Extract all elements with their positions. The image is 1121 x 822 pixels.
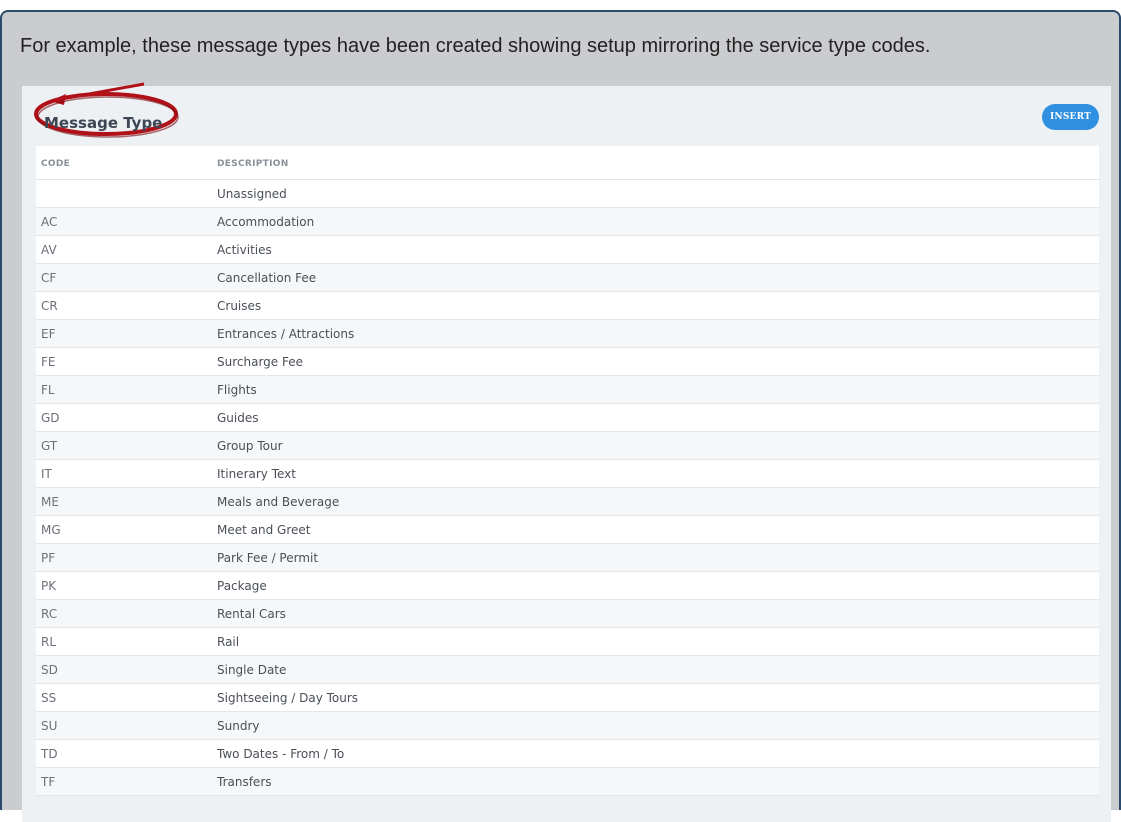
table-row[interactable]: SD Single Date	[36, 656, 1099, 684]
row-code: AV	[41, 243, 57, 257]
row-description: Flights	[217, 383, 257, 397]
row-code: EF	[41, 327, 56, 341]
row-description: Park Fee / Permit	[217, 551, 319, 565]
message-type-panel: Message Type INSERT CODE DESCRIPTION Una…	[22, 82, 1111, 822]
table-row[interactable]: CF Cancellation Fee	[36, 264, 1099, 292]
row-code: IT	[41, 467, 52, 481]
row-code: RC	[41, 607, 58, 621]
row-description: Sundry	[217, 719, 260, 733]
row-description: Cruises	[217, 299, 262, 313]
caption-text: For example, these message types have be…	[20, 35, 931, 57]
table-body: Unassigned AC Accommodation AV Activities CF C…	[36, 180, 1099, 796]
row-description: Package	[217, 579, 267, 593]
table-header: CODE DESCRIPTION	[36, 146, 1099, 180]
row-description: Meet and Greet	[217, 523, 311, 537]
table-row[interactable]: AC Accommodation	[36, 208, 1099, 236]
table-row[interactable]: SS Sightseeing / Day Tours	[36, 684, 1099, 712]
row-description: Guides	[217, 411, 259, 425]
row-code: PK	[41, 579, 57, 593]
row-code: FL	[41, 383, 55, 397]
table-row[interactable]: PK Package	[36, 572, 1099, 600]
row-description: Cancellation Fee	[217, 271, 317, 285]
row-code: SU	[41, 719, 58, 733]
row-code: TF	[41, 775, 56, 789]
table-row[interactable]: FL Flights	[36, 376, 1099, 404]
row-description: Group Tour	[217, 439, 283, 453]
row-description: Surcharge Fee	[217, 355, 303, 369]
panel-title: Message Type	[44, 114, 163, 132]
row-code: AC	[41, 215, 58, 229]
table-row[interactable]: GT Group Tour	[36, 432, 1099, 460]
row-description: Meals and Beverage	[217, 495, 340, 509]
table-row[interactable]: GD Guides	[36, 404, 1099, 432]
row-code: GD	[41, 411, 60, 425]
column-header-code[interactable]: CODE	[41, 159, 70, 169]
table-row[interactable]: TF Transfers	[36, 768, 1099, 796]
table-row[interactable]: AV Activities	[36, 236, 1099, 264]
row-description: Sightseeing / Day Tours	[217, 691, 359, 705]
table-row[interactable]: CR Cruises	[36, 292, 1099, 320]
table-row[interactable]: RL Rail	[36, 628, 1099, 656]
row-code: SD	[41, 663, 58, 677]
callout-frame: For example, these message types have be…	[0, 10, 1121, 822]
table-row[interactable]: FE Surcharge Fee	[36, 348, 1099, 376]
row-code: RL	[41, 635, 57, 649]
row-description: Accommodation	[217, 215, 315, 229]
column-header-description[interactable]: DESCRIPTION	[217, 159, 289, 169]
row-description: Single Date	[217, 663, 287, 677]
row-code: TD	[41, 747, 58, 761]
row-code: SS	[41, 691, 57, 705]
row-description: Transfers	[217, 775, 272, 789]
table-row[interactable]: RC Rental Cars	[36, 600, 1099, 628]
row-description: Entrances / Attractions	[217, 327, 355, 341]
table-row[interactable]: MG Meet and Greet	[36, 516, 1099, 544]
table-row[interactable]: SU Sundry	[36, 712, 1099, 740]
row-description: Rail	[217, 635, 240, 649]
message-type-table: CODE DESCRIPTION Unassigned AC Accommodati…	[36, 146, 1099, 796]
table-row[interactable]: Unassigned	[36, 180, 1099, 208]
table-row[interactable]: IT Itinerary Text	[36, 460, 1099, 488]
table-row[interactable]: EF Entrances / Attractions	[36, 320, 1099, 348]
row-code: CF	[41, 271, 57, 285]
row-description: Activities	[217, 243, 272, 257]
row-code: FE	[41, 355, 56, 369]
row-code: ME	[41, 495, 59, 509]
row-description: Two Dates - From / To	[217, 747, 345, 761]
table-row[interactable]: TD Two Dates - From / To	[36, 740, 1099, 768]
table-row[interactable]: PF Park Fee / Permit	[36, 544, 1099, 572]
row-description: Rental Cars	[217, 607, 286, 621]
row-code: GT	[41, 439, 58, 453]
row-description: Unassigned	[217, 187, 287, 201]
insert-button[interactable]: INSERT	[1042, 104, 1099, 130]
row-description: Itinerary Text	[217, 467, 296, 481]
row-code: MG	[41, 523, 61, 537]
table-row[interactable]: ME Meals and Beverage	[36, 488, 1099, 516]
row-code: PF	[41, 551, 56, 565]
row-code: CR	[41, 299, 58, 313]
